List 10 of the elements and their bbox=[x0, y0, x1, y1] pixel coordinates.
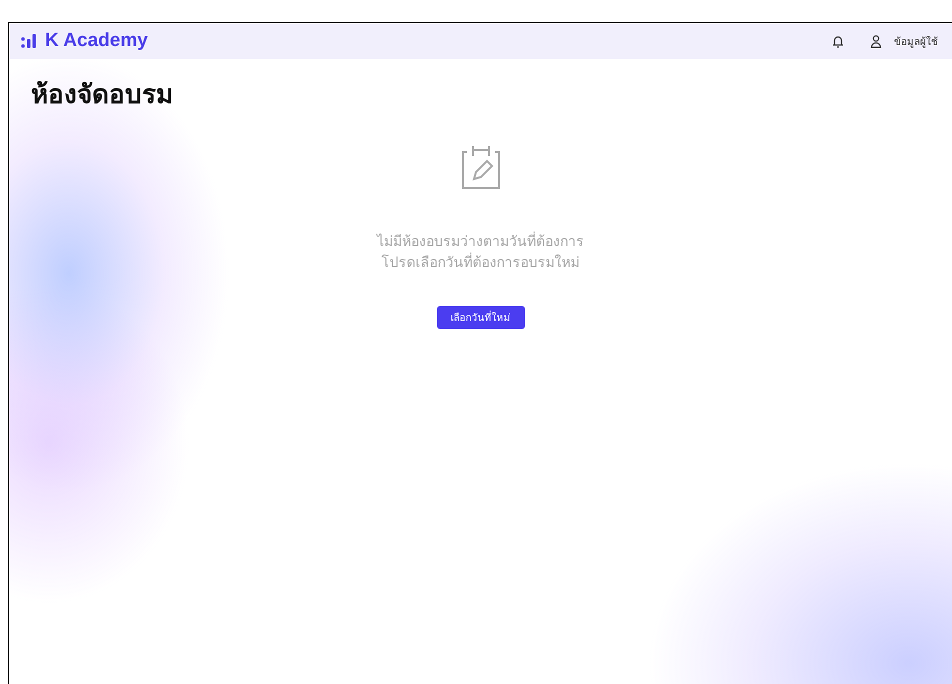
empty-message: โปรดเลือกวันที่ต้องการอบรมใหม่ bbox=[382, 253, 580, 274]
logo-icon bbox=[21, 33, 37, 49]
bell-icon[interactable] bbox=[832, 34, 844, 48]
empty-message: ไม่มีห้องอบรมว่างตามวันที่ต้องการ bbox=[377, 232, 584, 253]
calendar-edit-icon bbox=[460, 144, 500, 190]
page-title: ห้องจัดอบรม bbox=[31, 79, 174, 112]
brand-name: K Academy bbox=[45, 30, 148, 52]
choose-new-date-button[interactable]: เลือกวันที่ใหม่ bbox=[436, 306, 524, 329]
user-icon[interactable] bbox=[870, 34, 882, 48]
user-profile-link[interactable]: ข้อมูลผู้ใช้ bbox=[894, 34, 938, 48]
